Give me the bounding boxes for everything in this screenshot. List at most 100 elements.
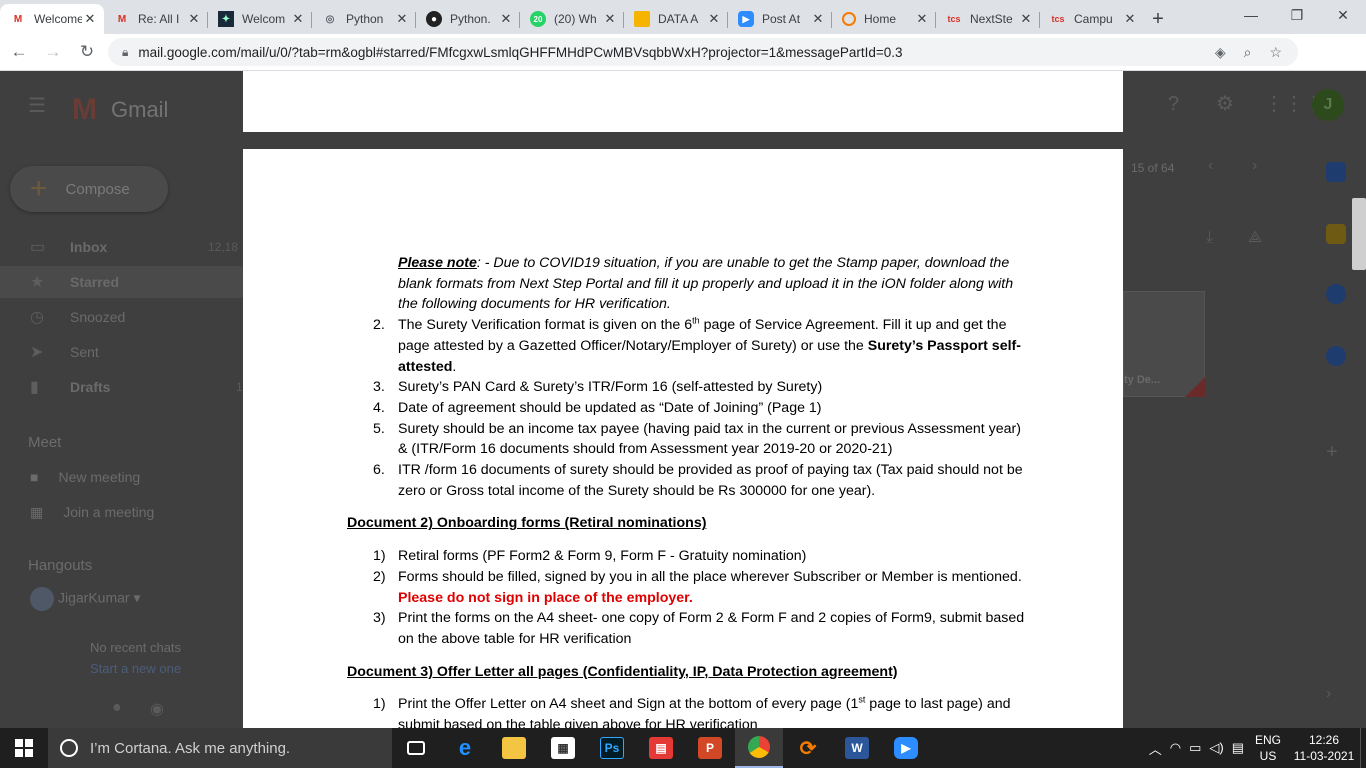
gmail-logo-text: Gmail bbox=[111, 97, 169, 122]
list-item: 3. Surety’s PAN Card & Surety’s ITR/Form… bbox=[347, 377, 1027, 398]
keyboard-input-icon[interactable]: ▤ bbox=[1232, 740, 1244, 756]
settings-gear-icon[interactable]: ⚙ bbox=[1216, 91, 1234, 116]
taskbar-zoom[interactable]: ▶ bbox=[882, 728, 930, 768]
meet-join-meeting[interactable]: ▦ Join a meeting bbox=[30, 504, 154, 521]
start-new-chat-link[interactable]: Start a new one bbox=[90, 661, 181, 676]
close-icon[interactable]: ✕ bbox=[82, 11, 98, 27]
tab-python[interactable]: ◎ Python ✕ bbox=[312, 4, 416, 34]
reload-button[interactable]: ↻ bbox=[72, 37, 102, 67]
close-icon[interactable]: ✕ bbox=[914, 11, 930, 27]
tab-nextstep[interactable]: tcs NextSte ✕ bbox=[936, 4, 1040, 34]
list-item: 5. Surety should be an income tax payee … bbox=[347, 419, 1027, 460]
compose-button[interactable]: + Compose bbox=[10, 166, 168, 212]
taskbar-file-explorer[interactable] bbox=[490, 728, 538, 768]
sidebar-item-inbox[interactable]: ▭ Inbox 12,18 bbox=[0, 231, 240, 263]
list-item: 3) Print the forms on the A4 sheet- one … bbox=[347, 608, 1027, 649]
system-clock[interactable]: 12:26 11-03-2021 bbox=[1288, 732, 1360, 764]
edge-icon: e bbox=[458, 735, 472, 760]
contacts-icon[interactable] bbox=[1326, 346, 1346, 366]
minimize-button[interactable]: — bbox=[1228, 0, 1274, 30]
close-icon[interactable]: ✕ bbox=[602, 11, 618, 27]
word-icon: W bbox=[845, 737, 869, 759]
tab-data[interactable]: DATA A ✕ bbox=[624, 4, 728, 34]
hamburger-menu-icon[interactable]: ☰ bbox=[28, 93, 46, 118]
battery-icon[interactable]: ▭ bbox=[1189, 740, 1201, 756]
hangouts-chat-icon[interactable]: ◉ bbox=[150, 699, 164, 719]
prev-email-icon[interactable]: ‹ bbox=[1208, 157, 1213, 175]
bookmark-star-icon[interactable]: ☆ bbox=[1269, 44, 1282, 61]
taskbar-red-book[interactable]: ▤ bbox=[637, 728, 685, 768]
task-view-button[interactable] bbox=[392, 728, 440, 768]
new-tab-button[interactable]: + bbox=[1144, 4, 1172, 34]
chevron-up-icon[interactable]: ︿ bbox=[1149, 739, 1162, 758]
user-avatar-icon bbox=[30, 587, 54, 611]
task-view-icon bbox=[407, 741, 425, 755]
taskbar-powerpoint[interactable]: P bbox=[686, 728, 734, 768]
taskbar-edge[interactable]: e bbox=[441, 728, 489, 768]
document-page: Please note: - Due to COVID19 situation,… bbox=[243, 149, 1123, 728]
taskbar-word[interactable]: W bbox=[833, 728, 881, 768]
help-icon[interactable]: ? bbox=[1168, 93, 1179, 116]
meet-heading: Meet bbox=[28, 434, 62, 451]
cortana-search-box[interactable]: I’m Cortana. Ask me anything. bbox=[48, 728, 392, 768]
add-to-drive-icon[interactable]: ⟁ bbox=[1248, 229, 1262, 247]
list-number: 2) bbox=[373, 568, 386, 585]
section-heading-document-3: Document 3) Offer Letter all pages (Conf… bbox=[347, 663, 898, 680]
tasks-icon[interactable] bbox=[1326, 284, 1346, 304]
back-button[interactable]: ← bbox=[4, 37, 34, 67]
taskbar-chrome[interactable] bbox=[735, 728, 783, 768]
taskbar-sync-app[interactable]: ⟳ bbox=[784, 728, 832, 768]
taskbar-photoshop[interactable]: Ps bbox=[588, 728, 636, 768]
hangouts-user[interactable]: JigarKumar ▾ bbox=[30, 587, 141, 611]
scrollbar-thumb[interactable] bbox=[1352, 198, 1366, 270]
omnibox[interactable]: 🔒︎ mail.google.com/mail/u/0/?tab=rm&ogbl… bbox=[108, 38, 1298, 66]
zoom-magnifier-icon[interactable]: ⌕ bbox=[1244, 44, 1252, 61]
tab-title: Python. bbox=[450, 12, 491, 26]
close-icon[interactable]: ✕ bbox=[290, 11, 306, 27]
meet-new-meeting[interactable]: ■ New meeting bbox=[30, 469, 140, 485]
next-email-icon[interactable]: › bbox=[1252, 157, 1257, 175]
tab-github-python[interactable]: ● Python. ✕ bbox=[416, 4, 520, 34]
sidebar-item-starred[interactable]: ★ Starred bbox=[0, 266, 256, 298]
person-icon[interactable]: ● bbox=[112, 699, 122, 717]
tab-whatsapp[interactable]: 20 (20) Wh ✕ bbox=[520, 4, 624, 34]
attachment-thumbnail[interactable]: ty De... bbox=[1123, 291, 1205, 397]
tab-campus[interactable]: tcs Campu ✕ bbox=[1040, 4, 1144, 34]
tab-home[interactable]: Home ✕ bbox=[832, 4, 936, 34]
sidebar-item-sent[interactable]: ➤ Sent bbox=[0, 336, 240, 368]
taskbar-store[interactable]: ▦ bbox=[539, 728, 587, 768]
lock-icon: 🔒︎ bbox=[122, 44, 129, 59]
close-icon[interactable]: ✕ bbox=[706, 11, 722, 27]
windows-logo-icon bbox=[15, 739, 33, 757]
url-text[interactable]: mail.google.com/mail/u/0/?tab=rm&ogbl#st… bbox=[138, 45, 1214, 60]
tab-gmail-welcome[interactable]: M Welcome ✕ bbox=[0, 4, 104, 34]
clock-icon: ◷ bbox=[30, 309, 44, 326]
download-icon[interactable]: ⤓ bbox=[1206, 229, 1213, 247]
show-desktop-button[interactable] bbox=[1360, 728, 1366, 768]
sidebar-item-drafts[interactable]: ▮ Drafts 1 bbox=[0, 371, 243, 403]
close-window-button[interactable]: ✕ bbox=[1320, 0, 1366, 30]
list-text: The Surety Verification format is given … bbox=[398, 317, 693, 334]
file-explorer-icon bbox=[502, 737, 526, 759]
close-icon[interactable]: ✕ bbox=[186, 11, 202, 27]
tab-post[interactable]: ▶ Post At ✕ bbox=[728, 4, 832, 34]
keep-icon[interactable] bbox=[1326, 224, 1346, 244]
close-icon[interactable]: ✕ bbox=[394, 11, 410, 27]
windows-start-button[interactable] bbox=[0, 728, 48, 768]
sidebar-item-snoozed[interactable]: ◷ Snoozed bbox=[0, 301, 240, 333]
close-icon[interactable]: ✕ bbox=[1018, 11, 1034, 27]
tab-welcome[interactable]: ✦ Welcom ✕ bbox=[208, 4, 312, 34]
calendar-icon[interactable] bbox=[1326, 162, 1346, 182]
volume-icon[interactable]: ◁) bbox=[1209, 740, 1223, 756]
close-icon[interactable]: ✕ bbox=[1122, 11, 1138, 27]
extension-icon[interactable]: ◈ bbox=[1215, 44, 1226, 61]
forward-button[interactable]: → bbox=[38, 37, 68, 67]
close-icon[interactable]: ✕ bbox=[810, 11, 826, 27]
language-indicator[interactable]: ENG US bbox=[1248, 732, 1288, 764]
compose-plus-icon: + bbox=[30, 172, 48, 205]
dark-site-icon: ✦ bbox=[218, 11, 234, 27]
wifi-icon[interactable]: ◠ bbox=[1170, 740, 1181, 756]
close-icon[interactable]: ✕ bbox=[498, 11, 514, 27]
maximize-button[interactable]: ❐ bbox=[1274, 0, 1320, 30]
tab-gmail-re[interactable]: M Re: All I ✕ bbox=[104, 4, 208, 34]
